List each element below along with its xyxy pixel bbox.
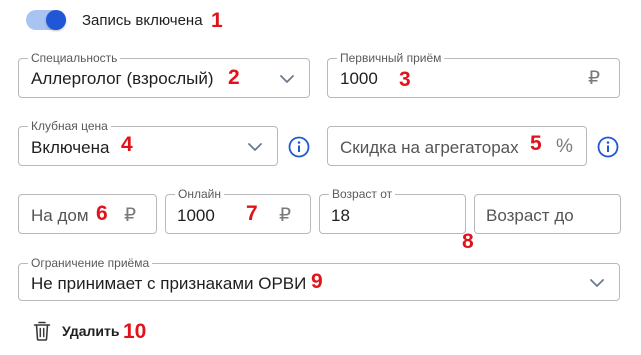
chevron-down-icon [590,279,604,287]
home-price-input[interactable]: На дом ₽ [18,194,157,234]
restriction-label: Ограничение приёма [28,256,153,270]
marker-7: 7 [246,202,258,225]
club-price-label: Клубная цена [28,119,111,133]
age-from-input[interactable]: Возраст от 18 [319,187,466,234]
age-from-label: Возраст от [329,187,396,201]
age-from-value: 18 [331,206,350,225]
specialty-label: Специальность [28,51,121,65]
marker-8: 8 [462,230,474,253]
online-value: 1000 [177,206,215,225]
home-price-placeholder: На дом [31,206,89,225]
restriction-value: Не принимает с признаками ОРВИ [31,274,307,293]
ruble-icon: ₽ [279,205,292,226]
info-icon[interactable] [288,136,310,158]
marker-10: 10 [123,320,147,343]
delete-label[interactable]: Удалить [62,323,119,339]
primary-visit-input[interactable]: Первичный приём 1000 ₽ [327,51,620,98]
marker-3: 3 [399,68,411,91]
trash-icon[interactable] [32,320,52,342]
marker-5: 5 [530,132,542,155]
marker-6: 6 [96,202,108,225]
online-label: Онлайн [175,187,224,201]
specialty-value: Аллерголог (взрослый) [31,69,214,88]
marker-1: 1 [211,9,223,32]
chevron-down-icon [280,75,294,83]
primary-visit-value: 1000 [340,69,378,88]
info-icon[interactable] [597,136,619,158]
club-price-select[interactable]: Клубная цена Включена [18,119,278,166]
online-price-input[interactable]: Онлайн 1000 ₽ [165,187,311,234]
club-price-value: Включена [31,138,110,157]
aggregator-discount-placeholder: Скидка на агрегаторах [340,138,519,157]
marker-4: 4 [121,133,133,156]
ruble-icon: ₽ [124,205,137,226]
age-to-input[interactable]: Возраст до [474,194,621,234]
percent-icon: % [556,136,573,157]
age-to-placeholder: Возраст до [486,206,574,225]
marker-9: 9 [311,270,323,293]
primary-visit-label: Первичный приём [337,51,445,65]
chevron-down-icon [248,143,262,151]
toggle-label: Запись включена [82,12,203,29]
toggle-thumb[interactable] [46,10,66,30]
aggregator-discount-input[interactable]: Скидка на агрегаторах % [327,126,587,166]
ruble-icon: ₽ [588,68,601,89]
marker-2: 2 [228,66,240,89]
specialty-select[interactable]: Специальность Аллерголог (взрослый) [18,51,310,98]
